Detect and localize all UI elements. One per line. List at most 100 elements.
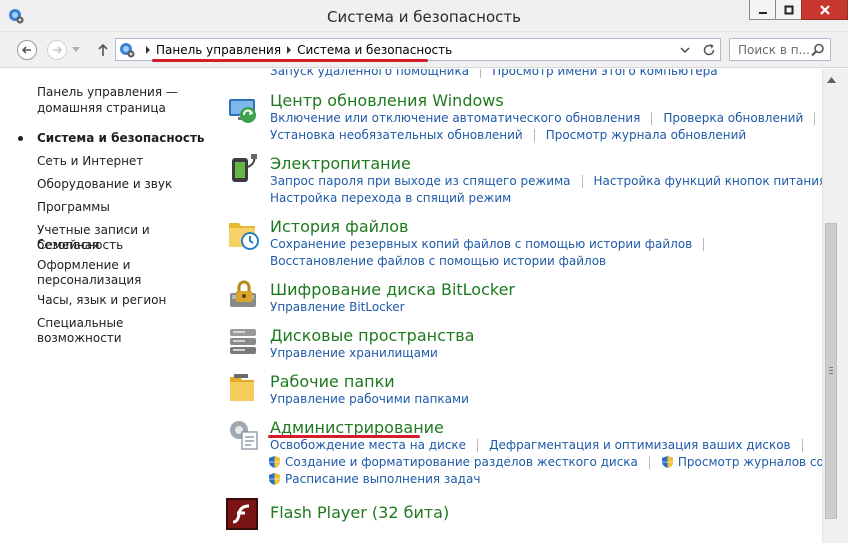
link-remote-assistance[interactable]: Запуск удаленного помощника: [270, 69, 469, 78]
scroll-up-button[interactable]: [823, 71, 840, 88]
recent-locations-icon[interactable]: [72, 47, 80, 53]
back-button[interactable]: [17, 40, 37, 60]
chevron-right-icon[interactable]: [287, 46, 292, 54]
link-row: Сохранение резервных копий файлов с помо…: [270, 237, 715, 251]
section-title-work-folders[interactable]: Рабочие папки: [270, 372, 395, 391]
work-folders-icon[interactable]: [226, 371, 260, 405]
link-row: Освобождение места на диске Дефрагментац…: [270, 438, 814, 452]
section-title-storage-spaces[interactable]: Дисковые пространства: [270, 326, 474, 345]
annotation-underline-address: [152, 59, 428, 62]
link-task-scheduler[interactable]: Расписание выполнения задач: [285, 472, 480, 486]
chevron-down-icon[interactable]: [678, 44, 692, 56]
close-button[interactable]: [801, 0, 848, 20]
sidebar-item-appearance[interactable]: Оформление и: [37, 258, 207, 273]
scrollbar-thumb[interactable]: [825, 223, 837, 519]
section-title-windows-update[interactable]: Центр обновления Windows: [270, 91, 504, 110]
section-title-power[interactable]: Электропитание: [270, 154, 411, 173]
link-row: Управление хранилищами: [270, 346, 438, 360]
link-row: Управление BitLocker: [270, 300, 405, 314]
link-row: Создание и форматирование разделов жестк…: [268, 455, 822, 469]
link-row: Управление рабочими папками: [270, 392, 469, 406]
scrollbar-grip: [829, 367, 833, 374]
link-backup-files[interactable]: Сохранение резервных копий файлов с помо…: [270, 237, 692, 251]
link-row: Запрос пароля при выходе из спящего режи…: [270, 174, 822, 188]
vertical-scrollbar[interactable]: [822, 69, 839, 543]
link-power-buttons[interactable]: Настройка функций кнопок питания: [594, 174, 822, 188]
breadcrumb-control-panel[interactable]: Панель управления: [156, 43, 281, 57]
up-button[interactable]: [94, 41, 112, 59]
section-title-file-history[interactable]: История файлов: [270, 217, 408, 236]
link-update-history[interactable]: Просмотр журнала обновлений: [546, 128, 746, 142]
link-restore-files[interactable]: Восстановление файлов с помощью истории …: [270, 254, 606, 268]
sidebar-item-network[interactable]: Сеть и Интернет: [37, 154, 207, 169]
arrow-up-icon: [98, 43, 108, 56]
chevron-up-icon: [827, 76, 836, 83]
section-title-flash-player[interactable]: Flash Player (32 бита): [270, 503, 449, 522]
link-row: Расписание выполнения задач: [268, 472, 480, 486]
main-content: Запуск удаленного помощника Просмотр име…: [210, 69, 822, 543]
shield-icon: [661, 456, 673, 468]
link-defragment[interactable]: Дефрагментация и оптимизация ваших диско…: [489, 438, 791, 452]
link-separator: [477, 438, 479, 452]
link-sleep-settings[interactable]: Настройка перехода в спящий режим: [270, 191, 511, 205]
section-title-bitlocker[interactable]: Шифрование диска BitLocker: [270, 280, 515, 299]
search-placeholder: Поиск в п...: [738, 43, 810, 57]
link-disk-partitions[interactable]: Создание и форматирование разделов жестк…: [285, 455, 638, 469]
link-separator: [533, 128, 535, 142]
shield-icon: [269, 473, 280, 485]
sidebar-item-control-panel-home[interactable]: Панель управления —: [37, 85, 207, 100]
minimize-icon: [758, 11, 767, 14]
sidebar-item-clock-region[interactable]: Часы, язык и регион: [37, 293, 207, 308]
link-check-updates[interactable]: Проверка обновлений: [663, 111, 803, 125]
link-row: Восстановление файлов с помощью истории …: [270, 254, 606, 268]
maximize-button[interactable]: [775, 0, 802, 20]
link-event-logs[interactable]: Просмотр журналов событий: [678, 455, 822, 469]
storage-spaces-icon[interactable]: [226, 325, 260, 359]
window-title: Система и безопасность: [327, 8, 521, 26]
link-auto-update[interactable]: Включение или отключение автоматического…: [270, 111, 640, 125]
arrow-right-icon: [53, 46, 63, 54]
minimize-button[interactable]: [749, 0, 776, 20]
breadcrumb: Панель управления Система и безопасность: [140, 43, 452, 57]
search-input[interactable]: Поиск в п...: [729, 38, 831, 61]
breadcrumb-system-security[interactable]: Система и безопасность: [297, 43, 452, 57]
windows-update-icon[interactable]: [226, 93, 260, 127]
link-disk-cleanup[interactable]: Освобождение места на диске: [270, 438, 466, 452]
sidebar-item-appearance[interactable]: персонализация: [37, 273, 207, 288]
forward-button[interactable]: [47, 40, 67, 60]
link-separator: [648, 455, 650, 469]
flash-player-icon[interactable]: [226, 498, 258, 530]
link-manage-storage[interactable]: Управление хранилищами: [270, 346, 438, 360]
power-options-icon[interactable]: [226, 153, 260, 187]
arrow-left-icon: [21, 46, 31, 54]
sidebar-item-ease-of-access[interactable]: Специальные возможности: [37, 316, 207, 346]
sidebar: Панель управления — домашняя страница Си…: [0, 69, 210, 543]
link-row: Установка необязательных обновлений Прос…: [270, 128, 746, 142]
search-icon[interactable]: [810, 42, 826, 58]
address-bar[interactable]: Панель управления Система и безопасность: [115, 38, 721, 61]
administrative-tools-icon[interactable]: [226, 417, 260, 451]
annotation-underline-administrative-tools: [268, 435, 420, 438]
sidebar-item-hardware[interactable]: Оборудование и звук: [37, 177, 207, 192]
link-separator: [801, 438, 803, 452]
title-bar: Система и безопасность: [0, 0, 848, 32]
window-controls: [749, 0, 848, 22]
sidebar-item-user-accounts[interactable]: безопасность: [37, 238, 207, 253]
refresh-icon[interactable]: [701, 42, 717, 58]
link-optional-updates[interactable]: Установка необязательных обновлений: [270, 128, 523, 142]
sidebar-item-system-security[interactable]: Система и безопасность: [37, 131, 207, 146]
link-row: Настройка перехода в спящий режим: [270, 191, 511, 205]
link-manage-bitlocker[interactable]: Управление BitLocker: [270, 300, 405, 314]
link-wake-password[interactable]: Запрос пароля при выходе из спящего режи…: [270, 174, 571, 188]
sidebar-item-programs[interactable]: Программы: [37, 200, 207, 215]
close-icon: [819, 4, 830, 15]
sidebar-item-control-panel-home[interactable]: домашняя страница: [37, 101, 207, 116]
link-manage-work-folders[interactable]: Управление рабочими папками: [270, 392, 469, 406]
link-separator: [581, 174, 583, 188]
link-computer-name[interactable]: Просмотр имени этого компьютера: [492, 69, 717, 78]
link-separator: [480, 69, 482, 78]
bitlocker-icon[interactable]: [226, 279, 260, 313]
chevron-right-icon[interactable]: [146, 46, 150, 54]
file-history-icon[interactable]: [226, 217, 260, 251]
link-separator: [703, 237, 705, 251]
